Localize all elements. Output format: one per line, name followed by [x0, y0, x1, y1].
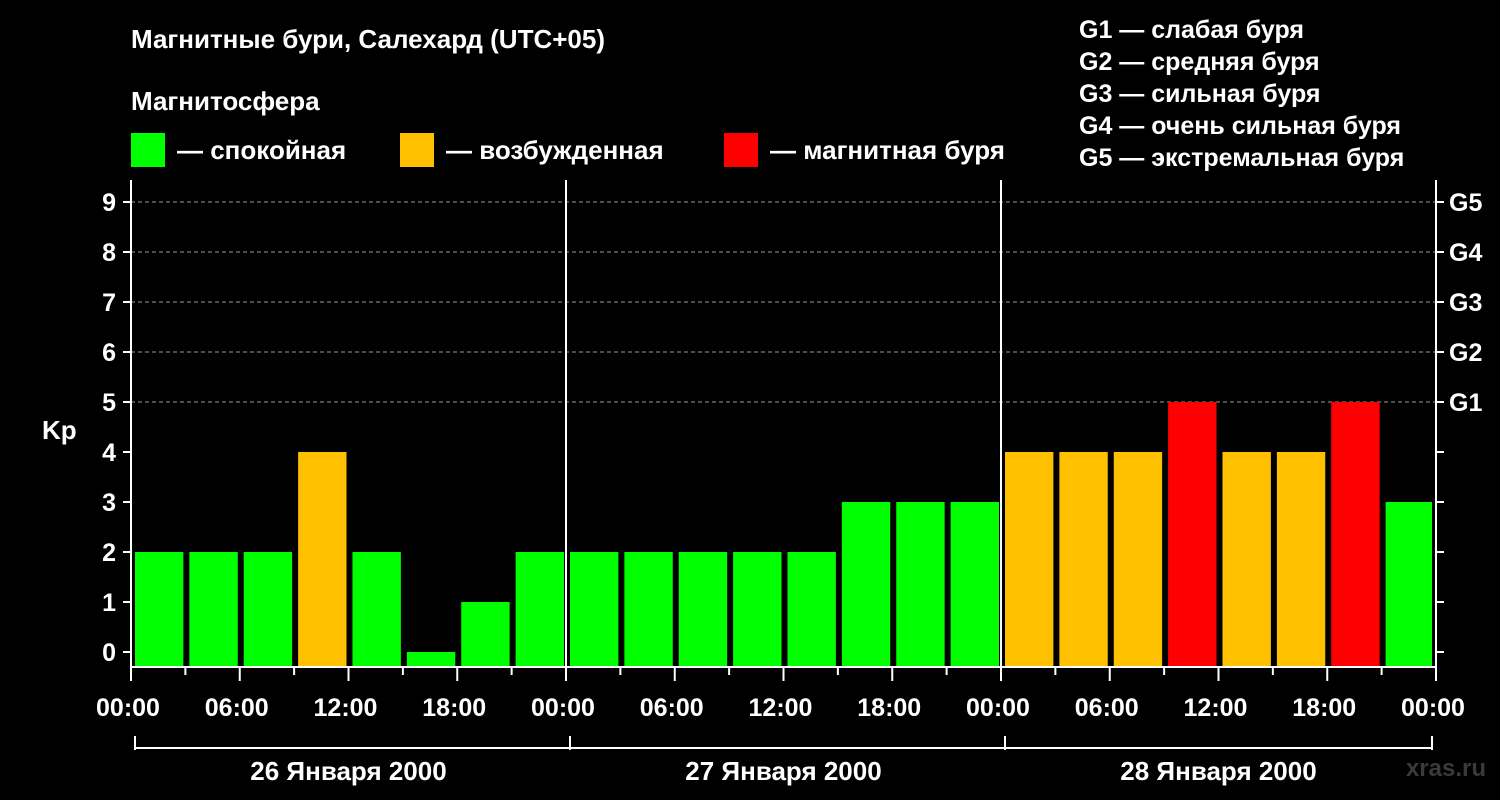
bar — [678, 552, 728, 667]
bar — [243, 552, 293, 667]
day-label: 26 Января 2000 — [250, 756, 446, 786]
bar — [461, 602, 510, 667]
g-level-label: G2 — [1449, 339, 1482, 367]
bar — [733, 552, 782, 667]
bar — [950, 502, 999, 667]
bar — [1222, 452, 1271, 667]
bar — [298, 452, 347, 667]
y-tick-label: 1 — [102, 589, 116, 617]
bar — [189, 552, 238, 667]
x-tick-label: 18:00 — [857, 694, 921, 722]
x-tick-label: 18:00 — [1292, 694, 1356, 722]
bar — [570, 552, 619, 667]
day-label: 28 Января 2000 — [1120, 756, 1316, 786]
bar — [1005, 452, 1054, 667]
bar — [406, 652, 456, 667]
bar — [624, 552, 673, 667]
bar — [515, 552, 564, 667]
g-level-label: G3 — [1449, 289, 1482, 317]
bar — [896, 502, 945, 667]
y-tick-label: 5 — [102, 389, 116, 417]
bar — [1059, 452, 1108, 667]
y-tick-label: 4 — [102, 439, 116, 467]
x-tick-label: 18:00 — [422, 694, 486, 722]
kp-bar-chart: 0 1 2 3 4 5 6 7 8 9 G1 G2 G3 G4 G5 Kp 00:00 06:00 12:00 18:… — [42, 180, 1482, 786]
x-tick-label: 00:00 — [531, 694, 595, 722]
watermark: xras.ru — [1405, 755, 1486, 782]
x-tick-label: 00:00 — [1401, 694, 1465, 722]
x-tick-label: 00:00 — [96, 694, 160, 722]
y-tick-label: 6 — [102, 339, 116, 367]
g-level-label: G4 — [1449, 239, 1482, 267]
y-axis-title: Kp — [42, 415, 77, 445]
y-tick-label: 7 — [102, 289, 116, 317]
x-tick-label: 06:00 — [205, 694, 269, 722]
y-tick-label: 0 — [102, 639, 116, 667]
y-tick-label: 3 — [102, 489, 116, 517]
bar — [1113, 452, 1163, 667]
bar — [1385, 502, 1432, 667]
x-tick-label: 12:00 — [314, 694, 378, 722]
x-tick-label: 00:00 — [966, 694, 1030, 722]
bar — [841, 502, 891, 667]
g-level-label: G1 — [1449, 389, 1482, 417]
x-tick-label: 12:00 — [749, 694, 813, 722]
x-tick-label: 12:00 — [1184, 694, 1248, 722]
bar — [135, 552, 184, 667]
day-label: 27 Января 2000 — [685, 756, 881, 786]
grid-lines — [131, 201, 1436, 403]
bar — [352, 552, 401, 667]
bars — [135, 402, 1432, 667]
y-tick-label: 9 — [102, 189, 116, 217]
bar — [1168, 402, 1217, 667]
bar — [1276, 452, 1326, 667]
x-tick-label: 06:00 — [640, 694, 704, 722]
bar — [1331, 402, 1380, 667]
g-level-label: G5 — [1449, 189, 1482, 217]
y-tick-label: 8 — [102, 239, 116, 267]
y-tick-label: 2 — [102, 539, 116, 567]
x-tick-label: 06:00 — [1075, 694, 1139, 722]
bar — [787, 552, 836, 667]
